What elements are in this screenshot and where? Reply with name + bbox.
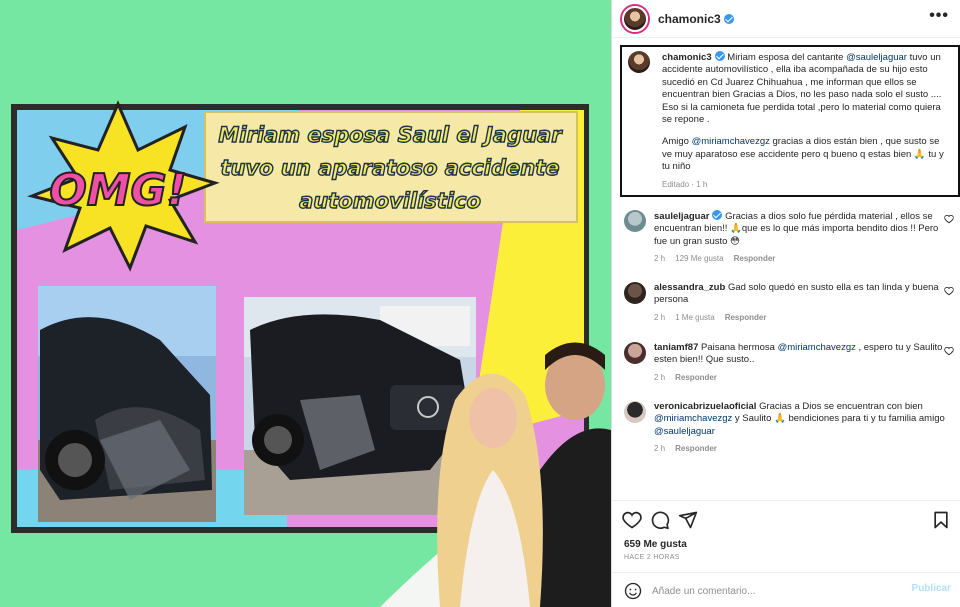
action-bar: [612, 500, 960, 538]
caption-text: chamonic3 Miriam esposa del cantante @sa…: [662, 51, 944, 173]
comment-text: taniamf87 Paisana hermosa @miriamchavezg…: [654, 342, 943, 366]
author-avatar[interactable]: [622, 5, 648, 32]
publish-button[interactable]: Publicar: [912, 583, 951, 594]
likes-count[interactable]: 659 Me gusta: [624, 539, 687, 550]
comment-username[interactable]: taniamf87: [654, 342, 698, 353]
save-bookmark-icon[interactable]: [931, 510, 951, 530]
post-media[interactable]: OMG! Miriam esposa Saul el Jaguar tuvo u…: [0, 0, 611, 607]
post-header: chamonic3 •••: [612, 0, 960, 38]
reply-button[interactable]: Responder: [734, 254, 776, 263]
caption-username[interactable]: chamonic3: [662, 51, 725, 63]
reply-button[interactable]: Responder: [725, 313, 767, 322]
comment-text: alessandra_zub Gad solo quedó en susto e…: [654, 282, 939, 306]
comment: veronicabrizuelaoficial Gracias a Dios s…: [622, 401, 952, 453]
reply-button[interactable]: Responder: [675, 373, 717, 382]
post-sidebar: chamonic3 ••• chamonic3 Miriam esposa de…: [611, 0, 960, 607]
reply-button[interactable]: Responder: [675, 444, 717, 453]
like-comment-heart-icon[interactable]: [944, 214, 954, 224]
caption-avatar[interactable]: [628, 51, 650, 73]
more-options-icon[interactable]: •••: [929, 8, 949, 24]
post-image: OMG! Miriam esposa Saul el Jaguar tuvo u…: [11, 100, 611, 607]
add-comment-bar: Publicar: [612, 572, 960, 607]
comment-username[interactable]: sauleljaguar: [654, 210, 723, 222]
verified-icon: [714, 51, 725, 61]
headline-line-1: Miriam esposa Saul el Jaguar: [218, 123, 563, 147]
comment-avatar[interactable]: [624, 210, 646, 232]
caption: chamonic3 Miriam esposa del cantante @sa…: [620, 45, 960, 197]
comment-text: veronicabrizuelaoficial Gracias a Dios s…: [654, 401, 945, 437]
comment-username[interactable]: alessandra_zub: [654, 282, 725, 293]
crash-photo-left: [38, 286, 216, 522]
comment-meta: 2 h Responder: [654, 372, 717, 382]
comment-likes[interactable]: 129 Me gusta: [675, 254, 723, 263]
mention-link[interactable]: @sauleljaguar: [846, 52, 907, 63]
verified-icon: [712, 210, 723, 220]
author-username[interactable]: chamonic3: [658, 12, 734, 26]
comment-username[interactable]: veronicabrizuelaoficial: [654, 401, 756, 412]
like-comment-heart-icon[interactable]: [944, 286, 954, 296]
post-timestamp: HACE 2 HORAS: [624, 554, 680, 561]
like-comment-heart-icon[interactable]: [944, 346, 954, 356]
mention-link[interactable]: @sauleljaguar: [654, 426, 715, 437]
comment-meta: 2 h1 Me gusta Responder: [654, 312, 767, 322]
comment-meta: 2 h Responder: [654, 444, 717, 454]
comment-avatar[interactable]: [624, 342, 646, 364]
burst-text: OMG!: [49, 165, 186, 216]
comment-meta: 2 h 129 Me gusta Responder: [654, 254, 776, 264]
share-paper-plane-icon[interactable]: [678, 510, 698, 530]
verified-icon: [723, 13, 734, 24]
comment: taniamf87 Paisana hermosa @miriamchavezg…: [622, 342, 954, 382]
emoji-icon[interactable]: [624, 582, 642, 600]
mention-link[interactable]: @miriamchavezgz: [692, 136, 770, 147]
comment-text: sauleljaguar Gracias a dios solo fue pér…: [654, 210, 939, 247]
comment-likes[interactable]: 1 Me gusta: [675, 313, 715, 322]
comment-input[interactable]: [652, 581, 902, 601]
caption-meta: Editado · 1 h: [662, 179, 708, 189]
mention-link[interactable]: @miriamchavezgz: [654, 413, 732, 424]
headline-line-3: automovilístico: [299, 189, 481, 213]
comment-avatar[interactable]: [624, 282, 646, 304]
comment: alessandra_zub Gad solo quedó en susto e…: [622, 282, 954, 322]
comment-bubble-icon[interactable]: [650, 510, 670, 530]
like-heart-icon[interactable]: [622, 510, 642, 530]
headline-line-2: tuvo un aparatoso accidente: [220, 156, 559, 180]
mention-link[interactable]: @miriamchavezgz: [778, 342, 856, 353]
comment: sauleljaguar Gracias a dios solo fue pér…: [622, 210, 954, 264]
comment-avatar[interactable]: [624, 401, 646, 423]
